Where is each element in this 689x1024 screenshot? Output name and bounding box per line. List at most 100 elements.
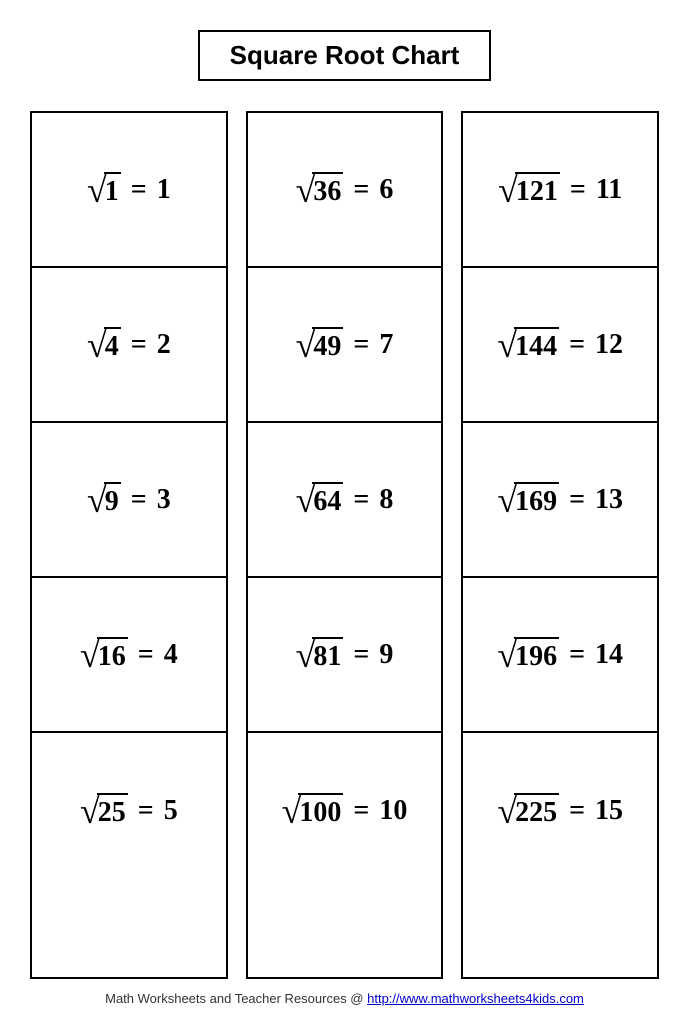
sqrt-symbol: √4 <box>87 327 121 363</box>
cell-2-3: √64 = 8 <box>248 423 442 578</box>
cell-3-3: √169 = 13 <box>463 423 657 578</box>
result-value: 11 <box>596 174 622 206</box>
sqrt-symbol: √100 <box>282 793 344 829</box>
sqrt-symbol: √9 <box>87 482 121 518</box>
result-value: 15 <box>595 795 623 827</box>
title-box: Square Root Chart <box>198 30 492 81</box>
radicand: 49 <box>312 327 343 363</box>
sqrt-symbol: √196 <box>497 637 559 673</box>
columns-container: √1 = 1 √4 = 2 √9 = 3 √16 = 4 √25 = 5 √36 = 6 √49 = 7 √64 = 8 √81… <box>30 111 659 979</box>
equals-sign: = <box>353 639 369 671</box>
radicand: 81 <box>312 637 343 673</box>
radicand: 36 <box>312 172 343 208</box>
radicand: 121 <box>515 172 560 208</box>
equals-sign: = <box>138 795 154 827</box>
sqrt-symbol: √25 <box>80 793 128 829</box>
sqrt-symbol: √169 <box>497 482 559 518</box>
result-value: 3 <box>157 484 171 516</box>
equals-sign: = <box>569 484 585 516</box>
cell-2-2: √49 = 7 <box>248 268 442 423</box>
page-wrapper: Square Root Chart √1 = 1 √4 = 2 √9 = 3 √16 = 4 √25 = 5… <box>0 0 689 1024</box>
radicand: 1 <box>104 172 121 208</box>
math-expr-3-2: √144 = 12 <box>497 327 623 363</box>
equals-sign: = <box>353 484 369 516</box>
result-value: 1 <box>157 174 171 206</box>
radicand: 9 <box>104 482 121 518</box>
radicand: 4 <box>104 327 121 363</box>
sqrt-symbol: √64 <box>296 482 344 518</box>
radicand: 25 <box>97 793 128 829</box>
cell-3-1: √121 = 11 <box>463 113 657 268</box>
equals-sign: = <box>131 329 147 361</box>
cell-3-2: √144 = 12 <box>463 268 657 423</box>
equals-sign: = <box>570 174 586 206</box>
math-expr-3-3: √169 = 13 <box>497 482 623 518</box>
math-expr-3-1: √121 = 11 <box>498 172 622 208</box>
result-value: 7 <box>379 329 393 361</box>
math-expr-1-5: √25 = 5 <box>80 793 178 829</box>
radicand: 64 <box>312 482 343 518</box>
equals-sign: = <box>131 174 147 206</box>
sqrt-symbol: √49 <box>296 327 344 363</box>
result-value: 13 <box>595 484 623 516</box>
radicand: 100 <box>298 793 343 829</box>
result-value: 5 <box>164 795 178 827</box>
cell-2-5: √100 = 10 <box>248 733 442 888</box>
result-value: 9 <box>379 639 393 671</box>
result-value: 8 <box>379 484 393 516</box>
math-expr-2-3: √64 = 8 <box>296 482 394 518</box>
result-value: 12 <box>595 329 623 361</box>
sqrt-symbol: √1 <box>87 172 121 208</box>
radicand: 144 <box>514 327 559 363</box>
cell-1-5: √25 = 5 <box>32 733 226 888</box>
math-expr-3-5: √225 = 15 <box>497 793 623 829</box>
result-value: 14 <box>595 639 623 671</box>
cell-1-1: √1 = 1 <box>32 113 226 268</box>
math-expr-2-1: √36 = 6 <box>296 172 394 208</box>
equals-sign: = <box>131 484 147 516</box>
sqrt-symbol: √225 <box>497 793 559 829</box>
column-2: √36 = 6 √49 = 7 √64 = 8 √81 = 9 √100 = 10 <box>246 111 444 979</box>
equals-sign: = <box>353 795 369 827</box>
math-expr-2-5: √100 = 10 <box>282 793 408 829</box>
sqrt-symbol: √144 <box>497 327 559 363</box>
sqrt-symbol: √121 <box>498 172 560 208</box>
sqrt-symbol: √16 <box>80 637 128 673</box>
footer-link[interactable]: http://www.mathworksheets4kids.com <box>367 991 584 1006</box>
math-expr-1-3: √9 = 3 <box>87 482 171 518</box>
radicand: 196 <box>514 637 559 673</box>
cell-1-2: √4 = 2 <box>32 268 226 423</box>
page-title: Square Root Chart <box>230 40 460 70</box>
radicand: 16 <box>97 637 128 673</box>
math-expr-2-4: √81 = 9 <box>296 637 394 673</box>
column-3: √121 = 11 √144 = 12 √169 = 13 √196 = 14 √225 = 15 <box>461 111 659 979</box>
cell-1-4: √16 = 4 <box>32 578 226 733</box>
math-expr-1-1: √1 = 1 <box>87 172 171 208</box>
result-value: 4 <box>164 639 178 671</box>
cell-3-4: √196 = 14 <box>463 578 657 733</box>
equals-sign: = <box>569 639 585 671</box>
sqrt-symbol: √81 <box>296 637 344 673</box>
result-value: 6 <box>379 174 393 206</box>
sqrt-symbol: √36 <box>296 172 344 208</box>
equals-sign: = <box>569 329 585 361</box>
radicand: 169 <box>514 482 559 518</box>
column-1: √1 = 1 √4 = 2 √9 = 3 √16 = 4 √25 = 5 <box>30 111 228 979</box>
footer-text: Math Worksheets and Teacher Resources @ <box>105 991 367 1006</box>
math-expr-3-4: √196 = 14 <box>497 637 623 673</box>
equals-sign: = <box>569 795 585 827</box>
cell-2-4: √81 = 9 <box>248 578 442 733</box>
math-expr-1-2: √4 = 2 <box>87 327 171 363</box>
result-value: 2 <box>157 329 171 361</box>
equals-sign: = <box>138 639 154 671</box>
math-expr-1-4: √16 = 4 <box>80 637 178 673</box>
footer: Math Worksheets and Teacher Resources @ … <box>105 991 584 1014</box>
result-value: 10 <box>379 795 407 827</box>
cell-1-3: √9 = 3 <box>32 423 226 578</box>
math-expr-2-2: √49 = 7 <box>296 327 394 363</box>
cell-3-5: √225 = 15 <box>463 733 657 888</box>
cell-2-1: √36 = 6 <box>248 113 442 268</box>
radicand: 225 <box>514 793 559 829</box>
equals-sign: = <box>353 329 369 361</box>
equals-sign: = <box>353 174 369 206</box>
